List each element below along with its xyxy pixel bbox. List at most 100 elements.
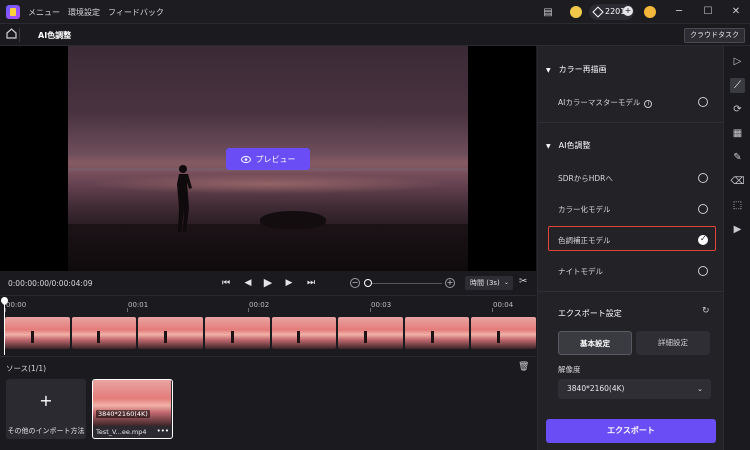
track-frame <box>471 317 536 349</box>
option-sdr-to-hdr[interactable]: SDRからHDRへ <box>558 173 613 184</box>
tab-advanced-settings[interactable]: 詳細設定 <box>636 331 710 355</box>
section-title: カラー再描画 <box>558 65 607 74</box>
play-icon[interactable]: ▶ <box>261 276 275 290</box>
home-button[interactable] <box>6 28 20 42</box>
option-night[interactable]: ナイトモデル <box>558 266 603 277</box>
export-button[interactable]: エクスポート <box>546 419 716 443</box>
zoom-out-icon[interactable]: − <box>350 278 360 288</box>
plus-icon: + <box>39 391 53 410</box>
person-silhouette <box>177 165 192 232</box>
section-title: AI色調整 <box>558 141 591 150</box>
tick-label: 00:02 <box>249 301 270 309</box>
radio-colorize[interactable] <box>698 204 708 214</box>
title-bar: メニュー 環境設定 フィードバック ▤ 2201 + ─ ☐ ✕ <box>0 0 750 24</box>
settings-panel: ▼ カラー再描画 AIカラーマスターモデル i ▼ AI色調整 SDRからHDRへ カ… <box>537 46 724 450</box>
option-color-correction[interactable]: 色調補正モデル <box>558 235 611 246</box>
tool-rail: ▷ ⟋ ⟳ ▦ ✎ ⌫ ⬚ ▶ <box>723 46 750 450</box>
message-icon[interactable]: ▤ <box>541 5 555 19</box>
time-scale-value: 時間 (3s) <box>470 279 500 287</box>
edit-icon[interactable]: ✎ <box>730 150 745 165</box>
zoom-in-icon[interactable]: + <box>445 278 455 288</box>
skip-end-icon[interactable]: ⏭ <box>304 276 318 290</box>
track-frame <box>338 317 403 349</box>
track-frame <box>404 317 470 349</box>
color-adjust-icon[interactable]: ⟋ <box>730 78 745 93</box>
tick <box>370 308 371 312</box>
radio-ai-color-master[interactable] <box>698 97 708 107</box>
zoom-slider[interactable] <box>370 283 442 284</box>
radio-sdr-to-hdr[interactable] <box>698 173 708 183</box>
option-label: AIカラーマスターモデル <box>558 98 641 107</box>
add-credits-icon[interactable]: + <box>623 6 633 16</box>
coin-icon[interactable] <box>570 6 582 18</box>
video-preview: プレビュー <box>0 46 536 271</box>
cloud-task-button[interactable]: クラウドタスク <box>684 28 745 43</box>
minimize-button[interactable]: ─ <box>670 4 688 20</box>
divider <box>538 122 724 123</box>
video-enhance-icon[interactable]: ▷ <box>730 54 745 69</box>
shoreline <box>68 224 468 271</box>
toolbar: AI色調整 クラウドタスク <box>0 24 750 46</box>
chevron-down-icon: ⌄ <box>503 279 509 286</box>
time-scale-select[interactable]: 時間 (3s) ⌄ <box>465 276 513 290</box>
info-icon[interactable]: i <box>644 100 653 108</box>
reset-icon[interactable]: ↻ <box>702 306 710 316</box>
skip-start-icon[interactable]: ⏮ <box>219 276 233 290</box>
more-icon[interactable]: ••• <box>157 427 169 435</box>
app-logo <box>6 5 20 19</box>
scissors-icon[interactable]: ✂ <box>519 276 527 287</box>
radio-color-correction[interactable] <box>698 234 708 245</box>
option-ai-color-master[interactable]: AIカラーマスターモデル i <box>558 97 653 108</box>
menu-item-feedback[interactable]: フィードバック <box>108 7 164 18</box>
import-button[interactable]: + その他のインポート方法 <box>6 379 86 439</box>
tick-label: 00:04 <box>493 301 514 309</box>
playback-controls: 0:00:00:00/0:00:04:09 ⏮ ◀ ▶ ▶ ⏭ − + 時間 (… <box>0 271 536 295</box>
preview-button[interactable]: プレビュー <box>226 148 310 170</box>
menu-item-preferences[interactable]: 環境設定 <box>68 7 100 18</box>
eraser-icon[interactable]: ⌫ <box>730 174 745 189</box>
repair-icon[interactable]: ⟳ <box>730 102 745 117</box>
source-clip[interactable]: 3840*2160(4K) Test_V...ee.mp4 ••• <box>92 379 173 439</box>
caret-down-icon: ▼ <box>546 143 551 150</box>
preview-button-label: プレビュー <box>255 154 296 164</box>
eye-icon <box>240 155 251 163</box>
grid-icon[interactable]: ▦ <box>730 126 745 141</box>
tick <box>248 308 249 312</box>
tick <box>127 308 128 312</box>
home-icon <box>6 28 17 39</box>
export-settings-title: エクスポート設定 <box>558 309 622 318</box>
section-color-repaint[interactable]: ▼ カラー再描画 <box>546 64 607 75</box>
export-video-icon[interactable]: ▶ <box>730 222 745 237</box>
track-frame <box>204 317 270 349</box>
close-button[interactable]: ✕ <box>727 4 745 20</box>
video-track[interactable] <box>5 317 536 349</box>
trash-icon[interactable]: 🗑 <box>518 362 529 372</box>
diamond-icon <box>592 6 604 18</box>
section-ai-color[interactable]: ▼ AI色調整 <box>546 140 590 151</box>
time-ruler: 00:00 00:01 00:02 00:03 00:04 <box>0 296 536 312</box>
resolution-select[interactable]: 3840*2160(4K) ⌄ <box>558 379 711 399</box>
step-forward-icon[interactable]: ▶ <box>282 276 296 290</box>
frame-icon[interactable]: ⬚ <box>730 198 745 213</box>
radio-night[interactable] <box>698 266 708 276</box>
clip-name: Test_V...ee.mp4 <box>96 428 147 436</box>
clip-resolution: 3840*2160(4K) <box>96 410 150 418</box>
tick <box>5 308 6 312</box>
avatar[interactable] <box>644 6 656 18</box>
zoom-slider-handle[interactable] <box>364 279 372 287</box>
tick-label: 00:01 <box>128 301 149 309</box>
step-back-icon[interactable]: ◀ <box>241 276 255 290</box>
option-colorize[interactable]: カラー化モデル <box>558 204 611 215</box>
maximize-button[interactable]: ☐ <box>699 4 717 20</box>
resolution-label: 解像度 <box>558 365 581 374</box>
chevron-down-icon: ⌄ <box>697 385 703 393</box>
resolution-value: 3840*2160(4K) <box>567 384 625 393</box>
playhead[interactable] <box>4 297 5 355</box>
timeline: 00:00 00:01 00:02 00:03 00:04 <box>0 295 536 355</box>
tab-basic-settings[interactable]: 基本設定 <box>558 331 632 355</box>
import-label: その他のインポート方法 <box>7 427 85 435</box>
caret-down-icon: ▼ <box>546 67 551 74</box>
source-panel: ソース(1/1) 🗑 + その他のインポート方法 3840*2160(4K) T… <box>0 356 536 450</box>
track-frame <box>5 317 70 349</box>
menu-item-menu[interactable]: メニュー <box>28 7 60 18</box>
